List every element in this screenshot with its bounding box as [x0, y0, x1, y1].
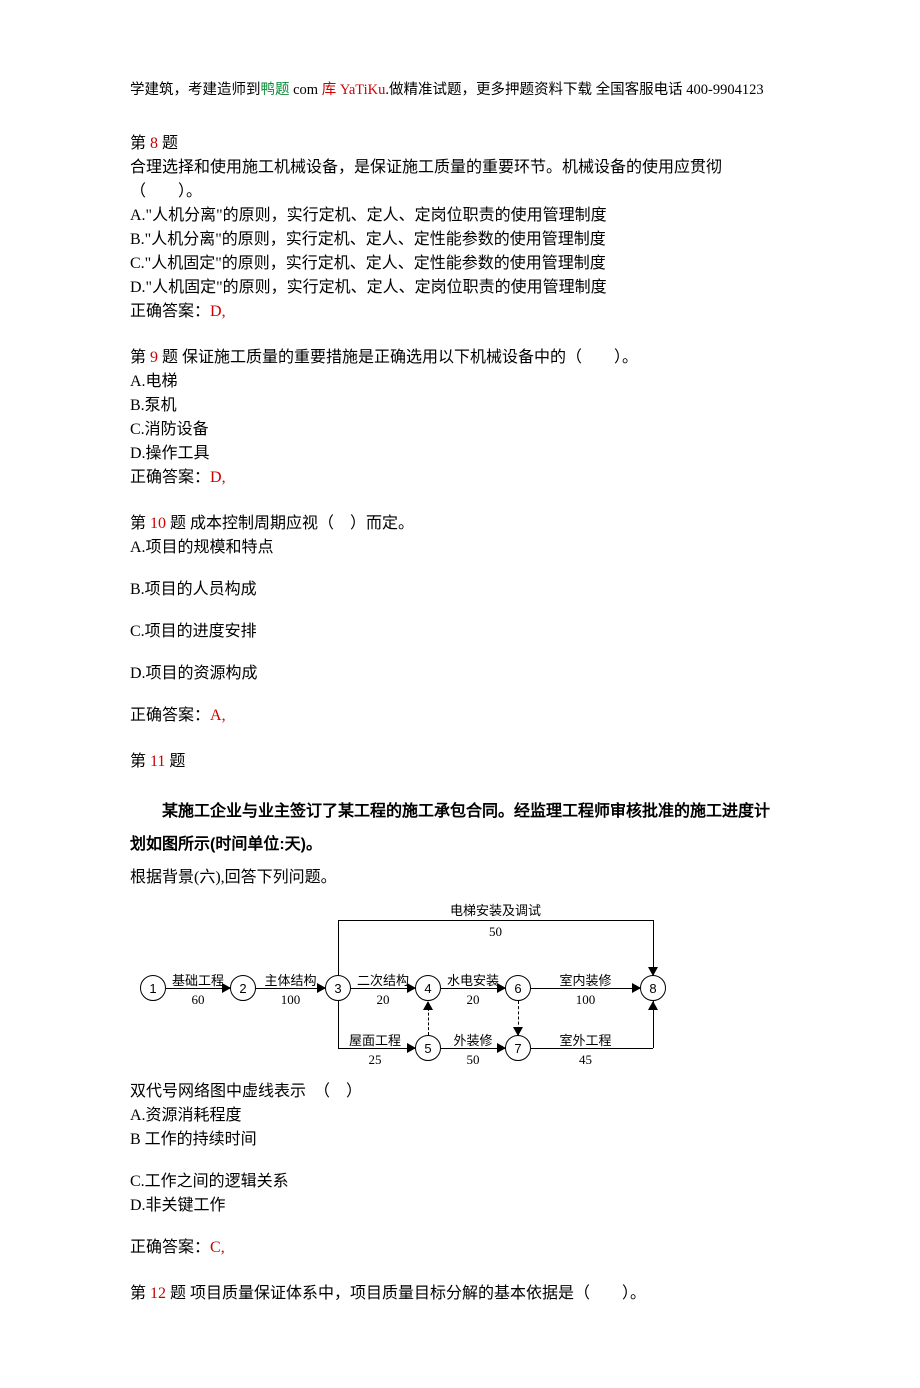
- q11-option-c: C.工作之间的逻辑关系: [130, 1170, 790, 1194]
- q8-option-b: B."人机分离"的原则，实行定机、定人、定性能参数的使用管理制度: [130, 228, 790, 252]
- node-3: 3: [325, 975, 351, 1001]
- page-header: 学建筑，考建造师到鸭题 com 库 YaTiKu.做精准试题，更多押题资料下载 …: [130, 80, 790, 102]
- answer-label: 正确答案：: [130, 707, 210, 724]
- q11-answer: C,: [210, 1239, 225, 1256]
- edge-4-6-label: 水电安装: [441, 971, 505, 991]
- edge-1-2-label: 基础工程: [166, 971, 230, 991]
- q-number: 11: [150, 753, 165, 770]
- edge-5-7-label: 外装修: [441, 1031, 505, 1051]
- question-10: 第 10 题 成本控制周期应视（ ）而定。 A.项目的规模和特点 B.项目的人员…: [130, 512, 790, 728]
- question-8: 第 8 题 合理选择和使用施工机械设备，是保证施工质量的重要环节。机械设备的使用…: [130, 132, 790, 324]
- header-text-2: com: [290, 82, 322, 98]
- node-7: 7: [505, 1035, 531, 1061]
- q12-title-rest: 题 项目质量保证体系中，项目质量目标分解的基本依据是（ ）。: [166, 1285, 646, 1302]
- edge-3-5-label: 屋面工程: [335, 1031, 415, 1051]
- q-prefix: 第: [130, 1285, 150, 1302]
- edge-3-8-dur: 50: [338, 922, 653, 942]
- q9-option-a: A.电梯: [130, 370, 790, 394]
- edge-7-8-dur: 45: [531, 1050, 640, 1070]
- q-prefix: 第: [130, 135, 150, 152]
- edge-1-2-dur: 60: [166, 990, 230, 1010]
- header-brand-1: 鸭题: [261, 82, 290, 98]
- header-text-3: .做精准试题，更多押题资料下载 全国客服电话 400-9904123: [385, 82, 763, 98]
- node-8: 8: [640, 975, 666, 1001]
- edge-5-7-dur: 50: [441, 1050, 505, 1070]
- q-number: 10: [150, 515, 166, 532]
- edge-3-5-dur: 25: [335, 1050, 415, 1070]
- edge-7-8-label: 室外工程: [531, 1031, 640, 1051]
- q11-option-d: D.非关键工作: [130, 1194, 790, 1218]
- q8-stem-line1: 合理选择和使用施工机械设备，是保证施工质量的重要环节。机械设备的使用应贯彻: [130, 156, 790, 180]
- q10-answer: A,: [210, 707, 226, 724]
- q-suffix: 题: [165, 753, 185, 770]
- q8-option-c: C."人机固定"的原则，实行定机、定人、定性能参数的使用管理制度: [130, 252, 790, 276]
- q11-stem: 双代号网络图中虚线表示 （ ）: [130, 1080, 790, 1104]
- q9-option-d: D.操作工具: [130, 442, 790, 466]
- arrow-icon: [648, 967, 658, 976]
- answer-label: 正确答案：: [130, 469, 210, 486]
- edge-6-8-label: 室内装修: [531, 971, 640, 991]
- edge-3-4-label: 二次结构: [351, 971, 415, 991]
- q-prefix: 第: [130, 349, 150, 366]
- q-suffix: 题: [158, 135, 178, 152]
- q-number: 9: [150, 349, 158, 366]
- q11-option-b: B 工作的持续时间: [130, 1128, 790, 1152]
- question-11: 第 11 题 某施工企业与业主签订了某工程的施工承包合同。经监理工程师审核批准的…: [130, 750, 790, 1261]
- answer-label: 正确答案：: [130, 303, 210, 320]
- q9-title-rest: 题 保证施工质量的重要措施是正确选用以下机械设备中的（ ）。: [158, 349, 638, 366]
- q9-answer: D,: [210, 469, 226, 486]
- q10-title-rest: 题 成本控制周期应视（ ）而定。: [166, 515, 414, 532]
- q10-option-a: A.项目的规模和特点: [130, 536, 790, 560]
- q11-intro-3: 根据背景(六),回答下列问题。: [130, 864, 790, 891]
- node-6: 6: [505, 975, 531, 1001]
- q11-option-a: A.资源消耗程度: [130, 1104, 790, 1128]
- question-12: 第 12 题 项目质量保证体系中，项目质量目标分解的基本依据是（ ）。: [130, 1282, 790, 1306]
- arrow-icon: [513, 1027, 523, 1036]
- node-2: 2: [230, 975, 256, 1001]
- q11-intro-1: 某施工企业与业主签订了某工程的施工承包合同。经监理工程师审核批准的施工进度计: [130, 798, 790, 825]
- edge-2-3-label: 主体结构: [256, 971, 325, 991]
- q9-option-b: B.泵机: [130, 394, 790, 418]
- q10-option-d: D.项目的资源构成: [130, 662, 790, 686]
- edge-3-8-label: 电梯安装及调试: [338, 901, 653, 921]
- q9-option-c: C.消防设备: [130, 418, 790, 442]
- answer-label: 正确答案：: [130, 1239, 210, 1256]
- q8-stem-line2: （ ）。: [130, 180, 790, 204]
- network-diagram: 1 2 3 4 5 6 7 8 基础工程 60 主体结构 100 二次结构 20…: [130, 895, 690, 1070]
- q-prefix: 第: [130, 515, 150, 532]
- q11-intro-2: 划如图所示(时间单位:天)。: [130, 831, 790, 858]
- q-number: 12: [150, 1285, 166, 1302]
- edge-4-6-dur: 20: [441, 990, 505, 1010]
- q10-option-b: B.项目的人员构成: [130, 578, 790, 602]
- q8-option-a: A."人机分离"的原则，实行定机、定人、定岗位职责的使用管理制度: [130, 204, 790, 228]
- node-5: 5: [415, 1035, 441, 1061]
- node-1: 1: [140, 975, 166, 1001]
- edge-2-3-dur: 100: [256, 990, 325, 1010]
- edge-3-4-dur: 20: [351, 990, 415, 1010]
- arrow-icon: [423, 1001, 433, 1010]
- q10-option-c: C.项目的进度安排: [130, 620, 790, 644]
- q-number: 8: [150, 135, 158, 152]
- edge-6-8-dur: 100: [531, 990, 640, 1010]
- header-text-1: 学建筑，考建造师到: [130, 82, 261, 98]
- header-brand-2: 库 YaTiKu: [322, 82, 386, 98]
- q8-option-d: D."人机固定"的原则，实行定机、定人、定岗位职责的使用管理制度: [130, 276, 790, 300]
- q-prefix: 第: [130, 753, 150, 770]
- arrow-icon: [648, 1001, 658, 1010]
- node-4: 4: [415, 975, 441, 1001]
- q8-answer: D,: [210, 303, 226, 320]
- question-9: 第 9 题 保证施工质量的重要措施是正确选用以下机械设备中的（ ）。 A.电梯 …: [130, 346, 790, 490]
